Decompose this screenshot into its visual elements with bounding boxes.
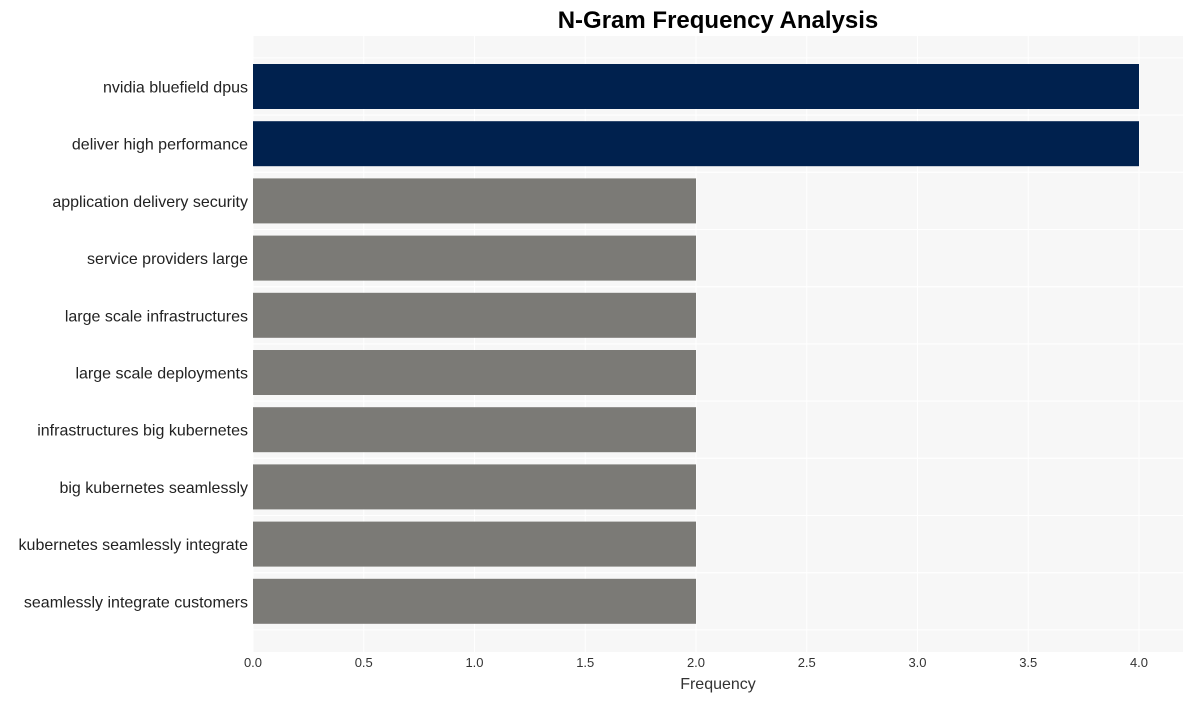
x-tick-label: 1.0 [465, 655, 483, 670]
bar-kubernetes-seamlessly-integrate [253, 521, 696, 567]
y-tick-label: application delivery security [52, 194, 248, 211]
y-tick-label: service providers large [87, 251, 248, 268]
y-tick-label: seamlessly integrate customers [24, 594, 248, 611]
bar-big-kubernetes-seamlessly [253, 464, 696, 510]
x-tick-label: 3.0 [908, 655, 926, 670]
y-tick-label: nvidia bluefield dpus [103, 80, 248, 97]
x-axis-label: Frequency [680, 676, 756, 693]
bar-application-delivery-security [253, 178, 696, 224]
bar-deliver-high-performance [253, 121, 1139, 167]
y-tick-label: large scale deployments [75, 366, 248, 383]
y-tick-label: large scale infrastructures [65, 308, 248, 325]
bar-large-scale-infrastructures [253, 292, 696, 338]
y-tick-label: infrastructures big kubernetes [37, 423, 248, 440]
y-axis-labels: nvidia bluefield dpus deliver high perfor… [19, 80, 249, 612]
x-tick-label: 1.5 [576, 655, 594, 670]
bar-nvidia-bluefield-dpus [253, 64, 1139, 109]
x-tick-label: 2.5 [798, 655, 816, 670]
chart-title: N-Gram Frequency Analysis [558, 7, 879, 34]
x-axis-ticks: 0.0 0.5 1.0 1.5 2.0 2.5 3.0 3.5 4.0 [244, 655, 1148, 670]
x-tick-label: 3.5 [1019, 655, 1037, 670]
x-tick-label: 0.0 [244, 655, 262, 670]
bar-large-scale-deployments [253, 350, 696, 395]
bar-seamlessly-integrate-customers [253, 578, 696, 624]
y-tick-label: deliver high performance [72, 137, 248, 154]
x-tick-label: 4.0 [1130, 655, 1148, 670]
ngram-bar-chart: nvidia bluefield dpus deliver high perfor… [19, 7, 1183, 693]
bar-service-providers-large [253, 235, 696, 281]
bar-infrastructures-big-kubernetes [253, 407, 696, 453]
y-tick-label: kubernetes seamlessly integrate [19, 537, 249, 554]
x-tick-label: 0.5 [355, 655, 373, 670]
y-tick-label: big kubernetes seamlessly [59, 480, 248, 497]
x-tick-label: 2.0 [687, 655, 705, 670]
